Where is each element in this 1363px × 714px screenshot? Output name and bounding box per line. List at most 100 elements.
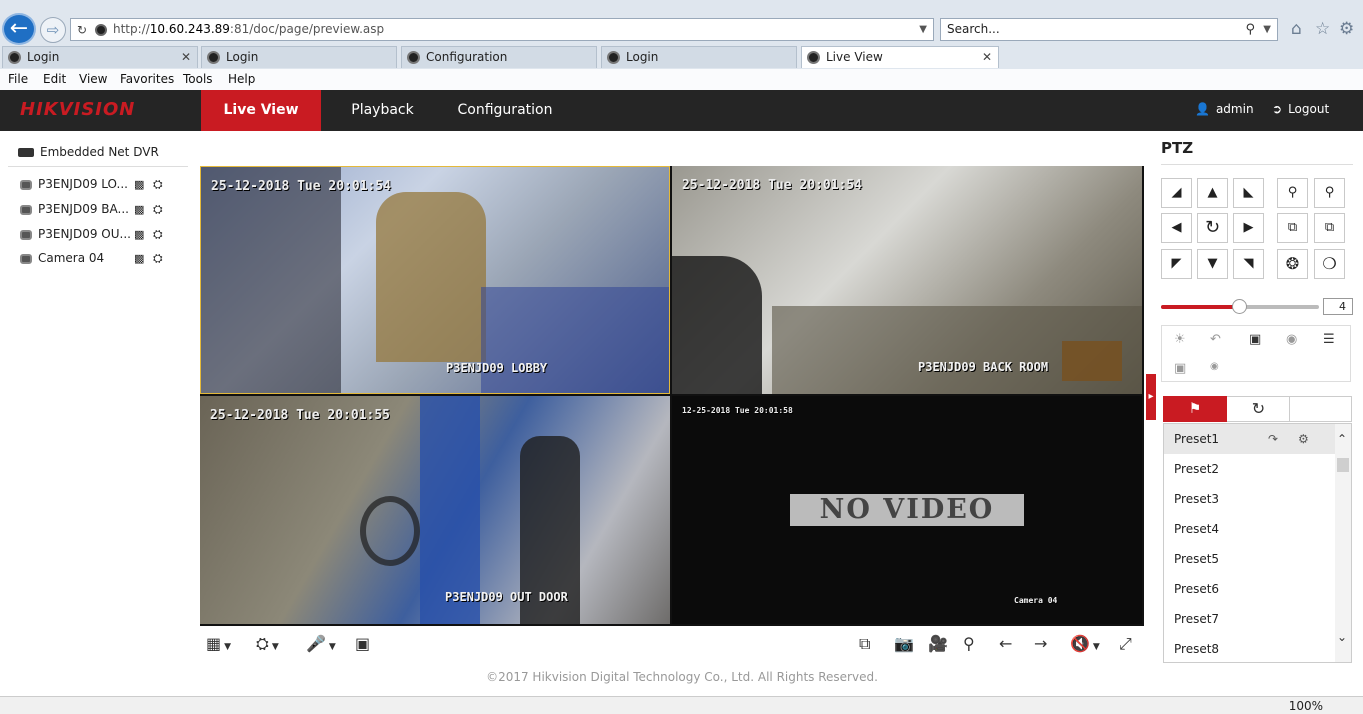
record-clip-icon[interactable]: 🎥 xyxy=(928,634,948,653)
zoom-level[interactable]: 100% xyxy=(1289,699,1323,713)
forward-button[interactable]: ⇨ xyxy=(40,17,66,43)
ptz-left-button[interactable]: ◀ xyxy=(1161,213,1192,243)
tree-camera-4[interactable]: Camera 04 ▩ ⛭ xyxy=(20,251,175,265)
patrol-tab[interactable]: ↻ xyxy=(1228,396,1290,422)
volume-muted-icon[interactable]: 🔇 ▼ xyxy=(1070,634,1100,653)
camera-icon xyxy=(20,229,32,240)
ptz-up-button[interactable]: ▲ xyxy=(1197,178,1228,208)
microphone-icon[interactable]: 🎤 ▼ xyxy=(306,634,336,653)
focus-near-button[interactable]: ⧉ xyxy=(1277,213,1308,243)
light-icon[interactable]: ☀ xyxy=(1174,332,1186,347)
stop-all-icon[interactable]: ⧉ xyxy=(859,634,870,654)
close-tab-icon[interactable]: ✕ xyxy=(181,47,191,68)
menu-help[interactable]: Help xyxy=(228,72,255,86)
video-tile-camera-04[interactable]: 12-25-2018 Tue 20:01:58 NO VIDEO Camera … xyxy=(672,396,1142,624)
address-dropdown-icon[interactable]: ▼ xyxy=(919,19,927,40)
iris-close-button[interactable]: ❍ xyxy=(1314,249,1345,279)
ptz-down-button[interactable]: ▼ xyxy=(1197,249,1228,279)
menu-edit[interactable]: Edit xyxy=(43,72,66,86)
record-icon[interactable]: ▩ xyxy=(134,178,144,191)
3d-positioning-icon[interactable]: ◉ xyxy=(1210,361,1219,372)
menu-tools[interactable]: Tools xyxy=(183,72,213,86)
lens-init-icon[interactable]: ◉ xyxy=(1286,332,1297,347)
fullscreen-icon[interactable]: ⤢ xyxy=(1119,634,1132,654)
previous-page-icon[interactable]: ← xyxy=(999,634,1012,653)
auto-focus-icon[interactable]: ▣ xyxy=(1249,332,1261,347)
ptz-control-icon[interactable]: ⛭ xyxy=(153,177,163,192)
favorites-star-icon[interactable]: ☆ xyxy=(1315,19,1330,39)
tree-camera-3[interactable]: P3ENJD09 OU... ▩ ⛭ xyxy=(20,227,175,241)
menu-view[interactable]: View xyxy=(79,72,107,86)
capture-camera-icon[interactable]: 📷 xyxy=(894,634,914,653)
menu-lines-icon[interactable]: ☰ xyxy=(1323,332,1335,347)
call-preset-icon[interactable]: ↷ xyxy=(1268,424,1278,454)
tab-configuration[interactable]: Configuration xyxy=(401,46,597,68)
preset-item[interactable]: Preset6 xyxy=(1164,574,1336,604)
search-dropdown-icon[interactable]: ▼ xyxy=(1263,19,1271,40)
window-layout-icon[interactable]: ▦ ▼ xyxy=(206,634,231,653)
set-preset-icon[interactable]: ⚙ xyxy=(1298,424,1309,454)
preset-item[interactable]: Preset3 xyxy=(1164,484,1336,514)
menu-favorites[interactable]: Favorites xyxy=(120,72,174,86)
tree-camera-1[interactable]: P3ENJD09 LO... ▩ ⛭ xyxy=(20,177,175,191)
iris-open-button[interactable]: ❂ xyxy=(1277,249,1308,279)
search-icon[interactable]: ⚲ xyxy=(1245,19,1255,40)
digital-zoom-icon[interactable]: ⚲ xyxy=(963,634,975,653)
ptz-up-left-button[interactable]: ◢ xyxy=(1161,178,1192,208)
ptz-control-icon[interactable]: ⛭ xyxy=(153,251,163,266)
nav-playback[interactable]: Playback xyxy=(330,90,435,131)
preset-item[interactable]: Preset8 xyxy=(1164,634,1336,662)
home-icon[interactable]: ⌂ xyxy=(1291,19,1302,39)
video-tile-back-room[interactable]: 25-12-2018 Tue 20:01:54 P3ENJD09 BACK RO… xyxy=(672,166,1142,394)
collapse-panel-handle[interactable]: ▸ xyxy=(1146,374,1156,420)
reload-icon[interactable]: ↻ xyxy=(77,20,87,41)
zoom-in-button[interactable]: ⚲ xyxy=(1314,178,1345,208)
wiper-icon[interactable]: ↶ xyxy=(1210,332,1221,347)
logout-button[interactable]: ➲ Logout xyxy=(1272,102,1329,116)
zoom-out-button[interactable]: ⚲ xyxy=(1277,178,1308,208)
display-mode-icon[interactable]: ▣ xyxy=(355,634,370,653)
tab-login-3[interactable]: Login xyxy=(601,46,797,68)
ptz-up-right-button[interactable]: ◣ xyxy=(1233,178,1264,208)
focus-far-button[interactable]: ⧉ xyxy=(1314,213,1345,243)
tab-live-view[interactable]: Live View ✕ xyxy=(801,46,999,68)
video-tile-out-door[interactable]: 25-12-2018 Tue 20:01:55 P3ENJD09 OUT DOO… xyxy=(200,396,670,624)
back-button[interactable]: ← xyxy=(2,13,36,45)
close-tab-icon[interactable]: ✕ xyxy=(982,47,992,68)
address-bar[interactable]: ↻ http://10.60.243.89:81/doc/page/previe… xyxy=(70,18,934,41)
tab-login-1[interactable]: Login ✕ xyxy=(2,46,198,68)
tab-login-2[interactable]: Login xyxy=(201,46,397,68)
preset-item[interactable]: Preset2 xyxy=(1164,454,1336,484)
menu-bar: File Edit View Favorites Tools Help xyxy=(0,69,1363,90)
auto-scan-button[interactable]: ↻ xyxy=(1197,213,1228,243)
ptz-control-icon[interactable]: ⛭ xyxy=(153,202,163,217)
next-page-icon[interactable]: → xyxy=(1034,634,1047,653)
video-tile-lobby[interactable]: 25-12-2018 Tue 20:01:54 P3ENJD09 LOBBY xyxy=(200,166,670,394)
nav-live-view[interactable]: Live View xyxy=(201,90,321,131)
ptz-speed-handle[interactable] xyxy=(1232,299,1247,314)
settings-gear-icon[interactable]: ⚙ xyxy=(1339,19,1354,39)
user-menu[interactable]: 👤 admin xyxy=(1195,102,1254,116)
ptz-down-right-button[interactable]: ◥ xyxy=(1233,249,1264,279)
search-input[interactable]: Search... ⚲ ▼ xyxy=(940,18,1278,41)
preset-tab[interactable]: ⚑ xyxy=(1163,396,1227,422)
preset-item[interactable]: Preset4 xyxy=(1164,514,1336,544)
record-icon[interactable]: ▩ xyxy=(134,203,144,216)
scroll-down-icon[interactable]: ⌄ xyxy=(1337,630,1347,644)
record-icon[interactable]: ▩ xyxy=(134,228,144,241)
scroll-thumb[interactable] xyxy=(1337,458,1349,472)
record-icon[interactable]: ▩ xyxy=(134,252,144,265)
stream-type-icon[interactable]: ⛭ ▼ xyxy=(256,634,279,654)
preset-item[interactable]: Preset7 xyxy=(1164,604,1336,634)
tree-root-dvr[interactable]: Embedded Net DVR xyxy=(18,145,159,159)
preset-item[interactable]: Preset1 ↷ ⚙ xyxy=(1164,424,1336,454)
ptz-down-left-button[interactable]: ◤ xyxy=(1161,249,1192,279)
scroll-up-icon[interactable]: ⌃ xyxy=(1337,432,1347,446)
tree-camera-2[interactable]: P3ENJD09 BA... ▩ ⛭ xyxy=(20,202,175,216)
preset-item[interactable]: Preset5 xyxy=(1164,544,1336,574)
nav-configuration[interactable]: Configuration xyxy=(445,90,565,131)
manual-track-icon[interactable]: ▣ xyxy=(1174,361,1186,376)
menu-file[interactable]: File xyxy=(8,72,28,86)
ptz-right-button[interactable]: ▶ xyxy=(1233,213,1264,243)
ptz-control-icon[interactable]: ⛭ xyxy=(153,227,163,242)
